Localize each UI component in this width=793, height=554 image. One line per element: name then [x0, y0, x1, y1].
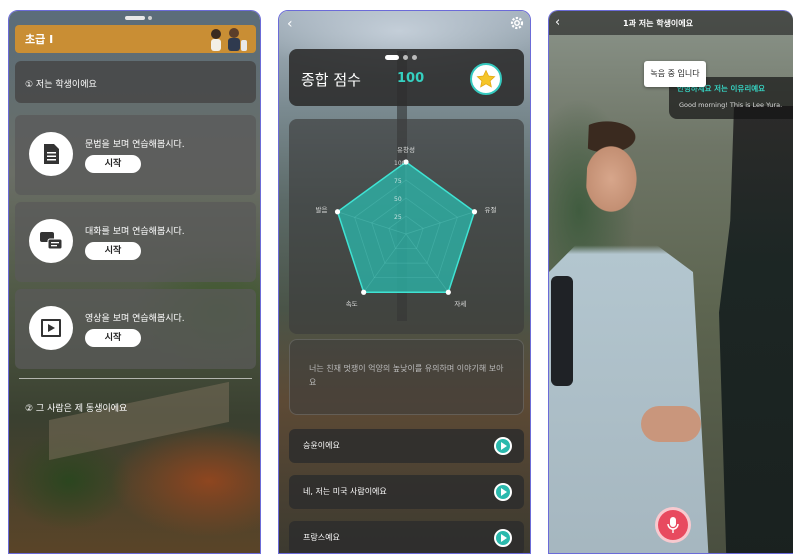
- answer-text: 승윤이에요: [303, 441, 340, 450]
- answer-text: 네, 저는 미국 사람이에요: [303, 487, 387, 496]
- star-button[interactable]: [470, 63, 502, 95]
- page-indicator[interactable]: [385, 55, 417, 60]
- lesson-list-screen: 초급 I ① 저는 학생이에요 문법을 보며 연습해봅시다. 시작 대화를 보며…: [8, 10, 261, 554]
- radar-chart: 100 75 50 25 유창성유절자세 속도 발음: [316, 145, 497, 308]
- lesson-title-1: ① 저는 학생이에요: [25, 80, 97, 90]
- recording-tooltip: 녹음 중 입니다: [644, 61, 706, 87]
- score-value: 100: [397, 71, 425, 86]
- microphone-icon: [667, 517, 679, 533]
- answer-item[interactable]: 승윤이에요: [289, 429, 524, 463]
- radar-chart-panel: 100 75 50 25 유창성유절자세 속도 발음: [289, 119, 524, 334]
- practice-card-grammar: 문법을 보며 연습해봅시다. 시작: [15, 115, 256, 195]
- practice-card-video: 영상을 보며 연습해봅시다. 시작: [15, 289, 256, 369]
- handshake: [641, 406, 701, 442]
- radar-tick-label: 75: [394, 178, 402, 185]
- start-button[interactable]: 시작: [85, 155, 141, 173]
- subtitle-english: Good morning! This is Lee Yura.: [679, 101, 783, 109]
- lesson-title: 1과 저는 학생이에요: [623, 19, 694, 28]
- answer-item[interactable]: 프랑스예요: [289, 521, 524, 553]
- prompt-text: 너는 친재 멋쟁이 억양의 높낮이를 유의하며 이야기해 보아요: [309, 364, 504, 387]
- radar-data-point: [361, 289, 367, 295]
- card-title: 대화를 보며 연습해봅시다.: [85, 227, 185, 237]
- card-title: 영상을 보며 연습해봅시다.: [85, 314, 185, 324]
- radar-axis-label: 유창성: [397, 145, 415, 154]
- gear-icon[interactable]: [509, 15, 525, 31]
- start-button[interactable]: 시작: [85, 329, 141, 347]
- play-icon[interactable]: [494, 437, 512, 455]
- backpack: [551, 276, 573, 386]
- play-icon[interactable]: [494, 483, 512, 501]
- answer-item[interactable]: 네, 저는 미국 사람이에요: [289, 475, 524, 509]
- back-icon[interactable]: ‹: [555, 15, 560, 30]
- document-icon: [29, 132, 73, 176]
- chat-icon: [29, 219, 73, 263]
- back-icon[interactable]: ‹: [287, 16, 293, 32]
- radar-tick-label: 100: [394, 160, 406, 167]
- radar-data-point: [471, 209, 478, 215]
- status-indicator: [125, 16, 145, 20]
- radar-data-point: [445, 289, 451, 295]
- card-title: 문법을 보며 연습해봅시다.: [85, 140, 185, 150]
- score-label: 종합 점수: [301, 71, 361, 89]
- star-icon: [476, 69, 496, 88]
- characters-icon: [211, 28, 247, 51]
- radar-tick-label: 25: [394, 214, 402, 221]
- video-icon: [29, 306, 73, 350]
- app-screens: 초급 I ① 저는 학생이에요 문법을 보며 연습해봅시다. 시작 대화를 보며…: [0, 0, 793, 554]
- section-divider: [19, 378, 252, 379]
- play-icon[interactable]: [494, 529, 512, 547]
- score-screen: ‹ 종합 점수 100 100 75 50 25 유창성유절자세 속도 발음 너는 친재 멋…: [278, 10, 531, 554]
- start-button[interactable]: 시작: [85, 242, 141, 260]
- radar-axis-label: 발음: [316, 205, 328, 214]
- radar-data-area: [336, 161, 476, 293]
- video-screen: ‹ 1과 저는 학생이에요 안녕하세요 저는 이유리예요 Good mornin…: [548, 10, 793, 554]
- lesson-title-2[interactable]: ② 그 사람은 제 동생이에요: [25, 401, 127, 414]
- radar-axis-label: 자세: [454, 299, 466, 308]
- status-indicator: [148, 16, 152, 20]
- practice-card-dialogue: 대화를 보며 연습해봅시다. 시작: [15, 202, 256, 282]
- radar-tick-label: 50: [394, 196, 402, 203]
- mic-button[interactable]: [655, 507, 691, 543]
- radar-axis-label: 유절: [484, 206, 496, 214]
- radar-data-point: [334, 209, 341, 215]
- radar-axis-label: 속도: [346, 300, 358, 308]
- answer-text: 프랑스예요: [303, 533, 340, 542]
- level-title: 초급 I: [25, 33, 54, 46]
